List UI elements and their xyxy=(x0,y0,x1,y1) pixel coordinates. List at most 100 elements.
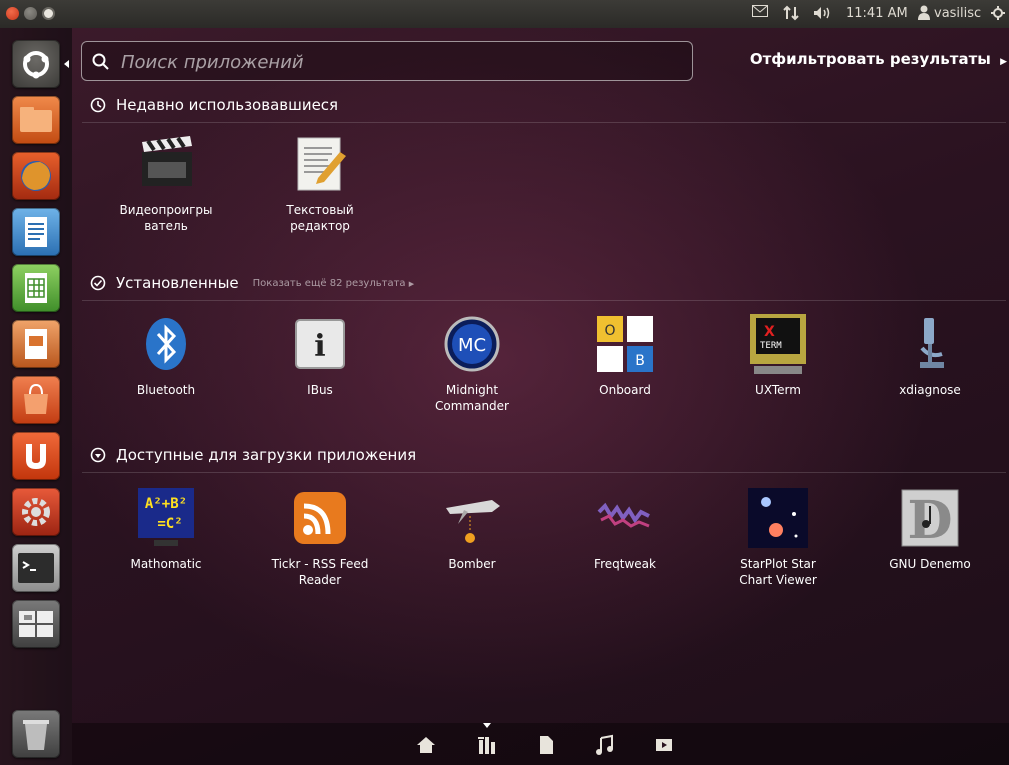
music-lens-icon[interactable] xyxy=(594,734,616,756)
app-label: StarPlot Star Chart Viewer xyxy=(739,557,817,587)
math-icon: A²+B² =C² xyxy=(134,486,198,550)
filter-label: Отфильтровать результаты xyxy=(749,50,991,68)
svg-text:=C²: =C² xyxy=(157,516,182,532)
app-label: Текстовый редактор xyxy=(286,203,354,233)
trash-icon[interactable] xyxy=(12,710,60,758)
close-window-button[interactable] xyxy=(6,7,19,20)
section-installed-header[interactable]: Установленные Показать ещё 82 результата… xyxy=(90,271,414,295)
power-icon[interactable] xyxy=(990,5,1006,21)
app-onboard[interactable]: OB Onboard xyxy=(565,312,685,398)
app-label: xdiagnose xyxy=(899,383,961,397)
impress-icon[interactable] xyxy=(12,320,60,368)
check-circle-icon xyxy=(90,275,106,291)
clapperboard-icon xyxy=(134,132,198,196)
app-label: Tickr - RSS Feed Reader xyxy=(271,557,369,587)
app-label: IBus xyxy=(307,383,333,397)
video-lens-icon[interactable] xyxy=(653,734,675,756)
app-label: Bomber xyxy=(448,557,496,571)
app-midnight-commander[interactable]: MC Midnight Commander xyxy=(412,312,532,414)
svg-text:TERM: TERM xyxy=(760,341,782,351)
username[interactable]: vasilisc xyxy=(934,6,981,21)
app-starplot[interactable]: StarPlot Star Chart Viewer xyxy=(718,486,838,588)
active-lens-indicator-icon xyxy=(483,723,491,728)
applications-lens-icon[interactable] xyxy=(476,734,498,756)
app-xdiagnose[interactable]: xdiagnose xyxy=(870,312,990,398)
freqtweak-icon xyxy=(593,486,657,550)
maximize-window-button[interactable] xyxy=(42,7,55,20)
section-recent-title: Недавно использовавшиеся xyxy=(116,96,339,114)
top-panel: 11:41 AM vasilisc xyxy=(0,0,1009,28)
writer-icon[interactable] xyxy=(12,208,60,256)
clock[interactable]: 11:41 AM xyxy=(846,6,908,21)
calc-icon[interactable] xyxy=(12,264,60,312)
show-more-results-link[interactable]: Показать ещё 82 результата ▶ xyxy=(253,278,414,289)
ubuntu-logo-icon[interactable] xyxy=(12,40,60,88)
app-uxterm[interactable]: X TERM UXTerm xyxy=(718,312,838,398)
dash: Отфильтровать результаты ▶ Недавно испол… xyxy=(72,28,1009,765)
svg-text:MC: MC xyxy=(458,335,486,356)
mail-icon[interactable] xyxy=(752,5,768,17)
bluetooth-icon xyxy=(134,312,198,376)
app-text-editor[interactable]: Текстовый редактор xyxy=(260,132,380,234)
workspace-switcher-icon[interactable] xyxy=(12,600,60,648)
star-icon xyxy=(746,486,810,550)
system-settings-icon[interactable] xyxy=(12,488,60,536)
app-freqtweak[interactable]: Freqtweak xyxy=(565,486,685,572)
app-mathomatic[interactable]: A²+B² =C² Mathomatic xyxy=(106,486,226,572)
denemo-icon: D xyxy=(898,486,962,551)
terminal-icon[interactable] xyxy=(12,544,60,592)
lens-bar xyxy=(72,723,1009,765)
app-label: GNU Denemo xyxy=(889,557,971,571)
launcher xyxy=(0,28,73,765)
app-bomber[interactable]: Bomber xyxy=(412,486,532,572)
minimize-window-button[interactable] xyxy=(24,7,37,20)
clock-icon xyxy=(90,97,106,113)
software-center-icon[interactable] xyxy=(12,376,60,424)
volume-icon[interactable] xyxy=(813,5,833,21)
svg-text:X: X xyxy=(764,324,775,340)
app-tickr[interactable]: Tickr - RSS Feed Reader xyxy=(260,486,380,588)
app-video-player[interactable]: Видеопроигры ватель xyxy=(106,132,226,234)
section-available-header[interactable]: Доступные для загрузки приложения xyxy=(90,443,416,467)
svg-text:B: B xyxy=(635,353,645,369)
app-label: Midnight Commander xyxy=(435,383,509,413)
microscope-icon xyxy=(898,312,962,376)
home-folder-icon[interactable] xyxy=(12,96,60,144)
ubuntu-one-icon[interactable] xyxy=(12,432,60,480)
xterm-icon: X TERM xyxy=(746,312,810,376)
chevron-right-icon: ▶ xyxy=(1000,57,1007,67)
app-label: Видеопроигры ватель xyxy=(119,203,213,233)
svg-text:A²+B²: A²+B² xyxy=(145,496,187,512)
info-icon: i xyxy=(288,312,352,376)
plane-icon xyxy=(440,486,504,550)
chevron-right-icon: ▶ xyxy=(408,279,415,288)
files-lens-icon[interactable] xyxy=(535,734,557,756)
filter-results-button[interactable]: Отфильтровать результаты ▶ xyxy=(750,50,1007,68)
search-input[interactable] xyxy=(119,48,683,76)
app-label: Freqtweak xyxy=(594,557,656,571)
app-label: UXTerm xyxy=(755,383,801,397)
download-icon xyxy=(90,447,106,463)
network-icon[interactable] xyxy=(783,5,799,21)
section-recent-header[interactable]: Недавно использовавшиеся xyxy=(90,93,338,117)
app-label: Bluetooth xyxy=(136,383,196,397)
active-indicator-icon xyxy=(64,60,69,68)
app-label: Mathomatic xyxy=(130,557,202,571)
app-label: Onboard xyxy=(599,383,651,397)
user-icon[interactable] xyxy=(918,5,930,21)
text-editor-icon xyxy=(288,132,352,196)
section-available-title: Доступные для загрузки приложения xyxy=(116,446,417,464)
app-ibus[interactable]: i IBus xyxy=(260,312,380,398)
app-bluetooth[interactable]: Bluetooth xyxy=(106,312,226,398)
divider xyxy=(82,300,1006,301)
search-box[interactable] xyxy=(81,41,693,81)
mc-icon: MC xyxy=(440,312,504,376)
show-more-label: Показать ещё 82 результата xyxy=(252,277,406,289)
search-icon xyxy=(92,53,109,70)
firefox-icon[interactable] xyxy=(12,152,60,200)
keyboard-icon: OB xyxy=(593,312,657,376)
home-lens-icon[interactable] xyxy=(415,734,437,756)
divider xyxy=(82,472,1006,473)
rss-icon xyxy=(288,486,352,550)
app-gnu-denemo[interactable]: D GNU Denemo xyxy=(870,486,990,572)
